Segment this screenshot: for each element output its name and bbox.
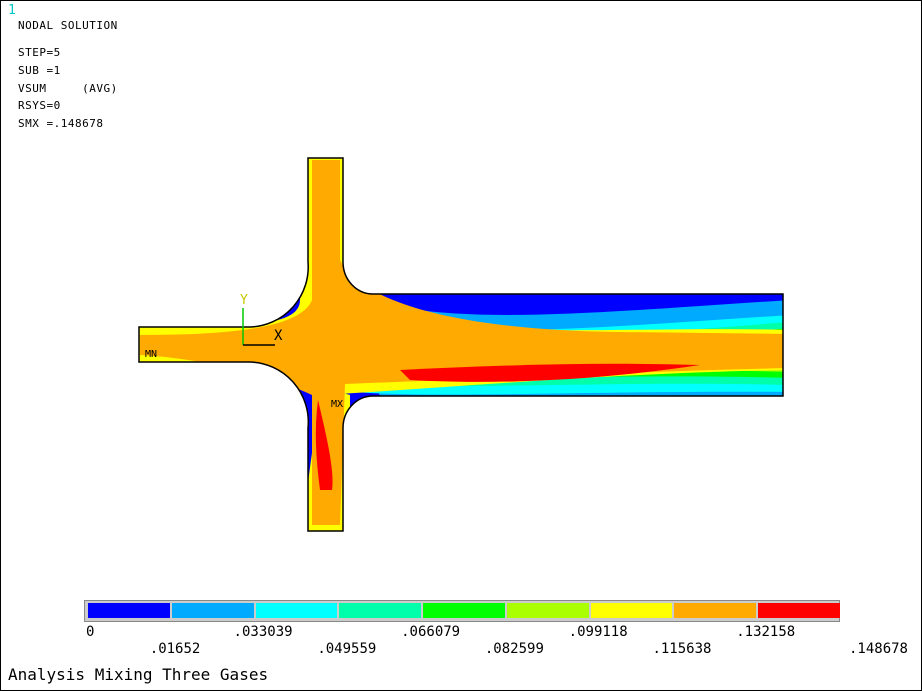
flow-domain [139,158,783,531]
legend-swatch [590,603,673,618]
legend-value-label: .148678 [848,641,908,657]
legend-swatch [171,603,254,618]
legend-value-label: .066079 [401,624,461,640]
legend-value-label: .115638 [652,641,712,657]
legend-swatch [423,603,505,618]
axis-y-label: Y [240,293,248,308]
legend-value-label: .082599 [484,641,544,657]
max-marker: MX [331,399,343,410]
legend-swatch [255,603,338,618]
legend-value-label: .01652 [149,641,201,657]
legend-value-label: 0 [86,624,95,640]
legend-value-label: .099118 [568,624,628,640]
contour-plot: Y X MN MX [138,157,784,532]
legend-swatch [674,603,757,618]
legend-swatch [506,603,589,618]
color-legend [84,600,840,622]
legend-swatch [88,603,170,618]
axis-x-label: X [274,328,283,344]
legend-value-label: .049559 [317,641,377,657]
legend-value-label: .132158 [736,624,796,640]
analysis-title: Analysis Mixing Three Gases [8,665,269,684]
legend-value-label: .033039 [233,624,293,640]
legend-swatch [758,603,840,618]
min-marker: MN [145,349,157,360]
contour-band-7 [140,160,783,525]
legend-swatch [339,603,422,618]
